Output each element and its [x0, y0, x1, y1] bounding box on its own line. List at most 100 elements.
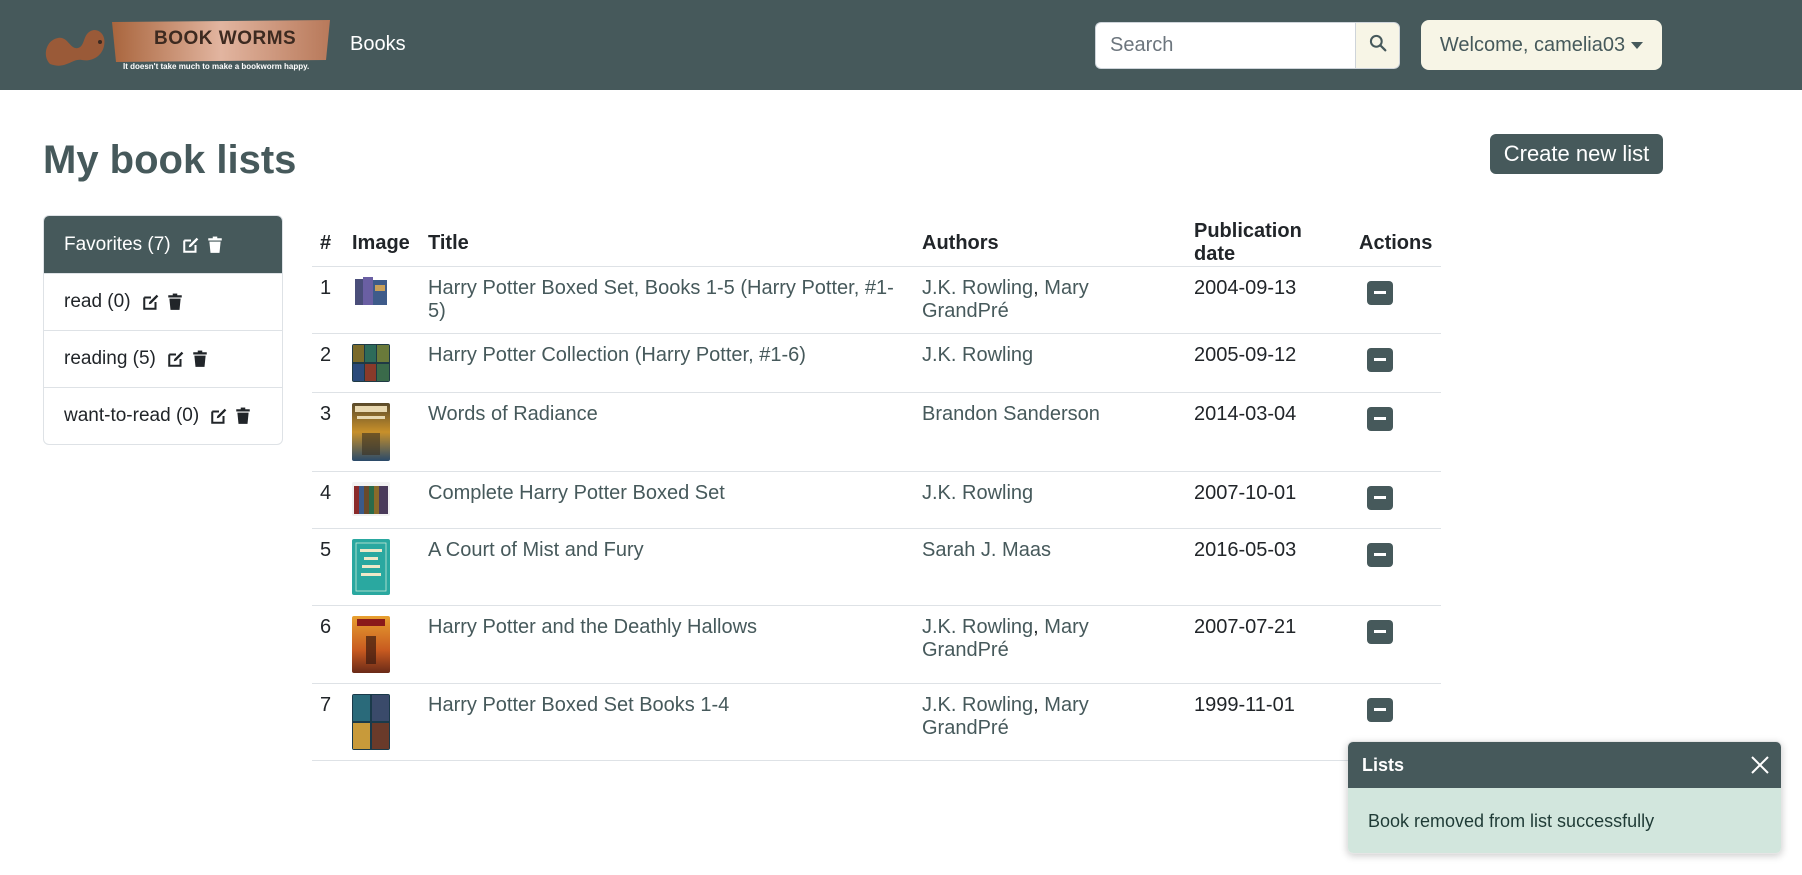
publication-date: 2004-09-13: [1186, 266, 1351, 334]
book-authors: Sarah J. Maas: [914, 528, 1186, 606]
search-form: [1095, 22, 1400, 69]
remove-from-list-button[interactable]: [1367, 347, 1393, 372]
toast-message: Book removed from list successfully: [1348, 788, 1781, 853]
publication-date: 2014-03-04: [1186, 392, 1351, 472]
search-icon: [1369, 34, 1387, 57]
book-cover[interactable]: [344, 528, 420, 606]
user-menu-label: Welcome, camelia03: [1439, 33, 1626, 56]
minus-icon: [1374, 358, 1386, 361]
row-number: 2: [312, 333, 344, 393]
remove-from-list-button[interactable]: [1367, 619, 1393, 644]
sidebar-item-label: Favorites (7): [64, 233, 171, 255]
author-link[interactable]: J.K. Rowling: [922, 616, 1033, 638]
logo-tagline: It doesn't take much to make a bookworm …: [123, 62, 310, 71]
book-authors: J.K. Rowling, Mary GrandPré: [914, 605, 1186, 684]
book-cover[interactable]: [344, 471, 420, 529]
book-cover[interactable]: [344, 266, 420, 334]
book-cover[interactable]: [344, 605, 420, 684]
book-authors: Brandon Sanderson: [914, 392, 1186, 472]
book-title-link[interactable]: Harry Potter and the Deathly Hallows: [420, 605, 914, 684]
sidebar-item-favorites[interactable]: Favorites (7): [44, 216, 282, 273]
table-row: 1 Harry Potter Boxed Set, Books 1-5 (Har…: [312, 266, 1441, 334]
edit-icon[interactable]: [141, 292, 161, 312]
row-number: 6: [312, 605, 344, 684]
create-new-list-button[interactable]: Create new list: [1490, 134, 1663, 174]
edit-icon[interactable]: [166, 349, 186, 369]
col-header-actions: Actions: [1351, 220, 1441, 267]
toast-header: Lists: [1348, 742, 1781, 788]
book-title-link[interactable]: Harry Potter Boxed Set Books 1-4: [420, 683, 914, 761]
edit-icon[interactable]: [181, 235, 201, 255]
row-number: 7: [312, 683, 344, 761]
remove-from-list-button[interactable]: [1367, 280, 1393, 305]
minus-icon: [1374, 417, 1386, 420]
remove-from-list-button[interactable]: [1367, 542, 1393, 567]
trash-icon[interactable]: [165, 292, 185, 312]
minus-icon: [1374, 496, 1386, 499]
notification-toast: Lists Book removed from list successfull…: [1347, 741, 1782, 854]
book-cover[interactable]: [344, 333, 420, 393]
user-menu-dropdown[interactable]: Welcome, camelia03: [1421, 20, 1662, 70]
book-title-link[interactable]: Harry Potter Collection (Harry Potter, #…: [420, 333, 914, 393]
author-link[interactable]: Sarah J. Maas: [922, 539, 1051, 561]
close-icon[interactable]: [1749, 754, 1771, 776]
edit-icon[interactable]: [209, 406, 229, 426]
sidebar-item-want-to-read[interactable]: want-to-read (0): [44, 387, 282, 444]
remove-from-list-button[interactable]: [1367, 485, 1393, 510]
author-link[interactable]: J.K. Rowling: [922, 277, 1033, 299]
author-link[interactable]: Brandon Sanderson: [922, 403, 1100, 425]
actions-cell: [1351, 471, 1441, 529]
remove-from-list-button[interactable]: [1367, 406, 1393, 431]
author-link[interactable]: J.K. Rowling: [922, 482, 1033, 504]
table-row: 6 Harry Potter and the Deathly Hallows J…: [312, 605, 1441, 684]
book-title-link[interactable]: A Court of Mist and Fury: [420, 528, 914, 606]
publication-date: 2007-10-01: [1186, 471, 1351, 529]
publication-date: 2007-07-21: [1186, 605, 1351, 684]
table-header-row: # Image Title Authors Publication date A…: [312, 220, 1441, 267]
trash-icon[interactable]: [205, 235, 225, 255]
book-authors: J.K. Rowling, Mary GrandPré: [914, 266, 1186, 334]
author-link[interactable]: J.K. Rowling: [922, 694, 1033, 716]
author-link[interactable]: J.K. Rowling: [922, 344, 1033, 366]
sidebar-item-reading[interactable]: reading (5): [44, 330, 282, 387]
col-header-publication-date: Publication date: [1186, 220, 1351, 267]
search-input[interactable]: [1095, 22, 1355, 69]
toast-title: Lists: [1362, 754, 1405, 775]
brand-logo[interactable]: BOOK WORMS It doesn't take much to make …: [42, 16, 332, 76]
sidebar-item-read[interactable]: read (0): [44, 273, 282, 330]
search-button[interactable]: [1355, 22, 1400, 69]
minus-icon: [1374, 708, 1386, 711]
table-row: 7 Harry Potter Boxed Set Books 1-4 J.K. …: [312, 683, 1441, 761]
col-header-image: Image: [344, 220, 420, 267]
navbar: BOOK WORMS It doesn't take much to make …: [0, 0, 1802, 90]
book-title-link[interactable]: Complete Harry Potter Boxed Set: [420, 471, 914, 529]
minus-icon: [1374, 291, 1386, 294]
nav-books-link[interactable]: Books: [350, 33, 406, 56]
actions-cell: [1351, 605, 1441, 684]
remove-from-list-button[interactable]: [1367, 697, 1393, 722]
book-authors: J.K. Rowling, Mary GrandPré: [914, 683, 1186, 761]
book-title-link[interactable]: Words of Radiance: [420, 392, 914, 472]
actions-cell: [1351, 392, 1441, 472]
chevron-down-icon: [1631, 41, 1644, 49]
table-row: 4 Complete Harry Potter Boxed Set J.K. R…: [312, 471, 1441, 529]
book-lists-sidebar: Favorites (7) read (0) reading (5) want-…: [43, 215, 283, 445]
book-cover[interactable]: [344, 683, 420, 761]
actions-cell: [1351, 266, 1441, 334]
actions-cell: [1351, 528, 1441, 606]
col-header-title: Title: [420, 220, 914, 267]
book-title-link[interactable]: Harry Potter Boxed Set, Books 1-5 (Harry…: [420, 266, 914, 334]
trash-icon[interactable]: [190, 349, 210, 369]
minus-icon: [1374, 553, 1386, 556]
books-table: # Image Title Authors Publication date A…: [312, 220, 1441, 761]
table-row: 5 A Court of Mist and Fury Sarah J. Maas…: [312, 528, 1441, 606]
table-row: 3 Words of Radiance Brandon Sanderson 20…: [312, 392, 1441, 472]
minus-icon: [1374, 630, 1386, 633]
book-cover[interactable]: [344, 392, 420, 472]
logo-text: BOOK WORMS: [154, 28, 297, 49]
actions-cell: [1351, 333, 1441, 393]
table-row: 2 Harry Potter Collection (Harry Potter,…: [312, 333, 1441, 393]
book-authors: J.K. Rowling: [914, 471, 1186, 529]
page-title: My book lists: [43, 138, 297, 182]
trash-icon[interactable]: [233, 406, 253, 426]
